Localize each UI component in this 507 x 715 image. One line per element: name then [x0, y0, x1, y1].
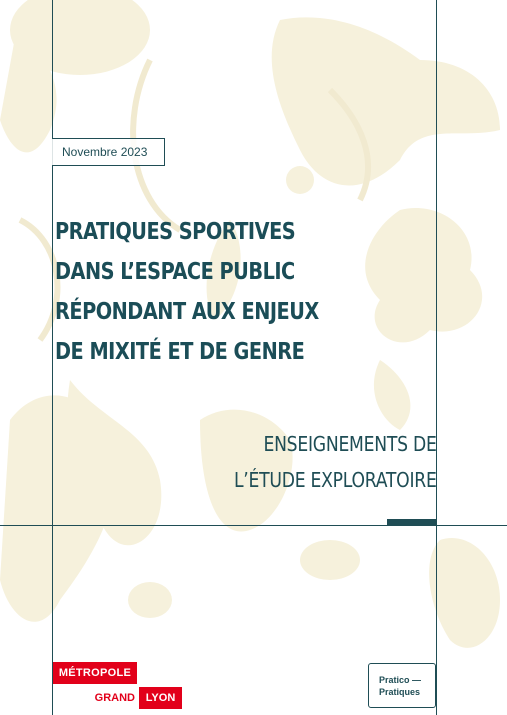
lyon-text: LYON: [145, 692, 176, 704]
subtitle-line: ENSEIGNEMENTS DE: [263, 432, 437, 456]
title-line: DANS L’ESPACE PUBLIC: [55, 259, 295, 285]
date-text: Novembre 2023: [62, 145, 148, 159]
pratiques-text: Pratiques: [379, 687, 421, 697]
metropole-logo-lyon: LYON: [139, 687, 182, 709]
date-label: Novembre 2023: [52, 138, 165, 166]
horizontal-guide: [0, 525, 507, 526]
grand-text: GRAND: [94, 692, 135, 704]
document-subtitle: ENSEIGNEMENTS DE L’ÉTUDE EXPLORATOIRE: [234, 426, 437, 498]
metropole-text: MÉTROPOLE: [58, 667, 132, 679]
metropole-logo-grand: GRAND: [84, 687, 139, 709]
title-line: DE MIXITÉ ET DE GENRE: [55, 339, 305, 365]
pratico-text: Pratico —: [379, 675, 422, 685]
document-title: PRATIQUES SPORTIVES DANS L’ESPACE PUBLIC…: [55, 212, 332, 372]
title-line: RÉPONDANT AUX ENJEUX: [55, 299, 319, 325]
title-line: PRATIQUES SPORTIVES: [55, 219, 296, 245]
accent-bar: [387, 519, 436, 525]
metropole-logo-top: MÉTROPOLE: [53, 662, 137, 684]
subtitle-line: L’ÉTUDE EXPLORATOIRE: [234, 468, 437, 492]
vertical-guide-left: [52, 0, 53, 715]
vertical-guide-right: [436, 0, 437, 715]
pratico-pratiques-logo: Pratico — Pratiques: [368, 663, 436, 708]
